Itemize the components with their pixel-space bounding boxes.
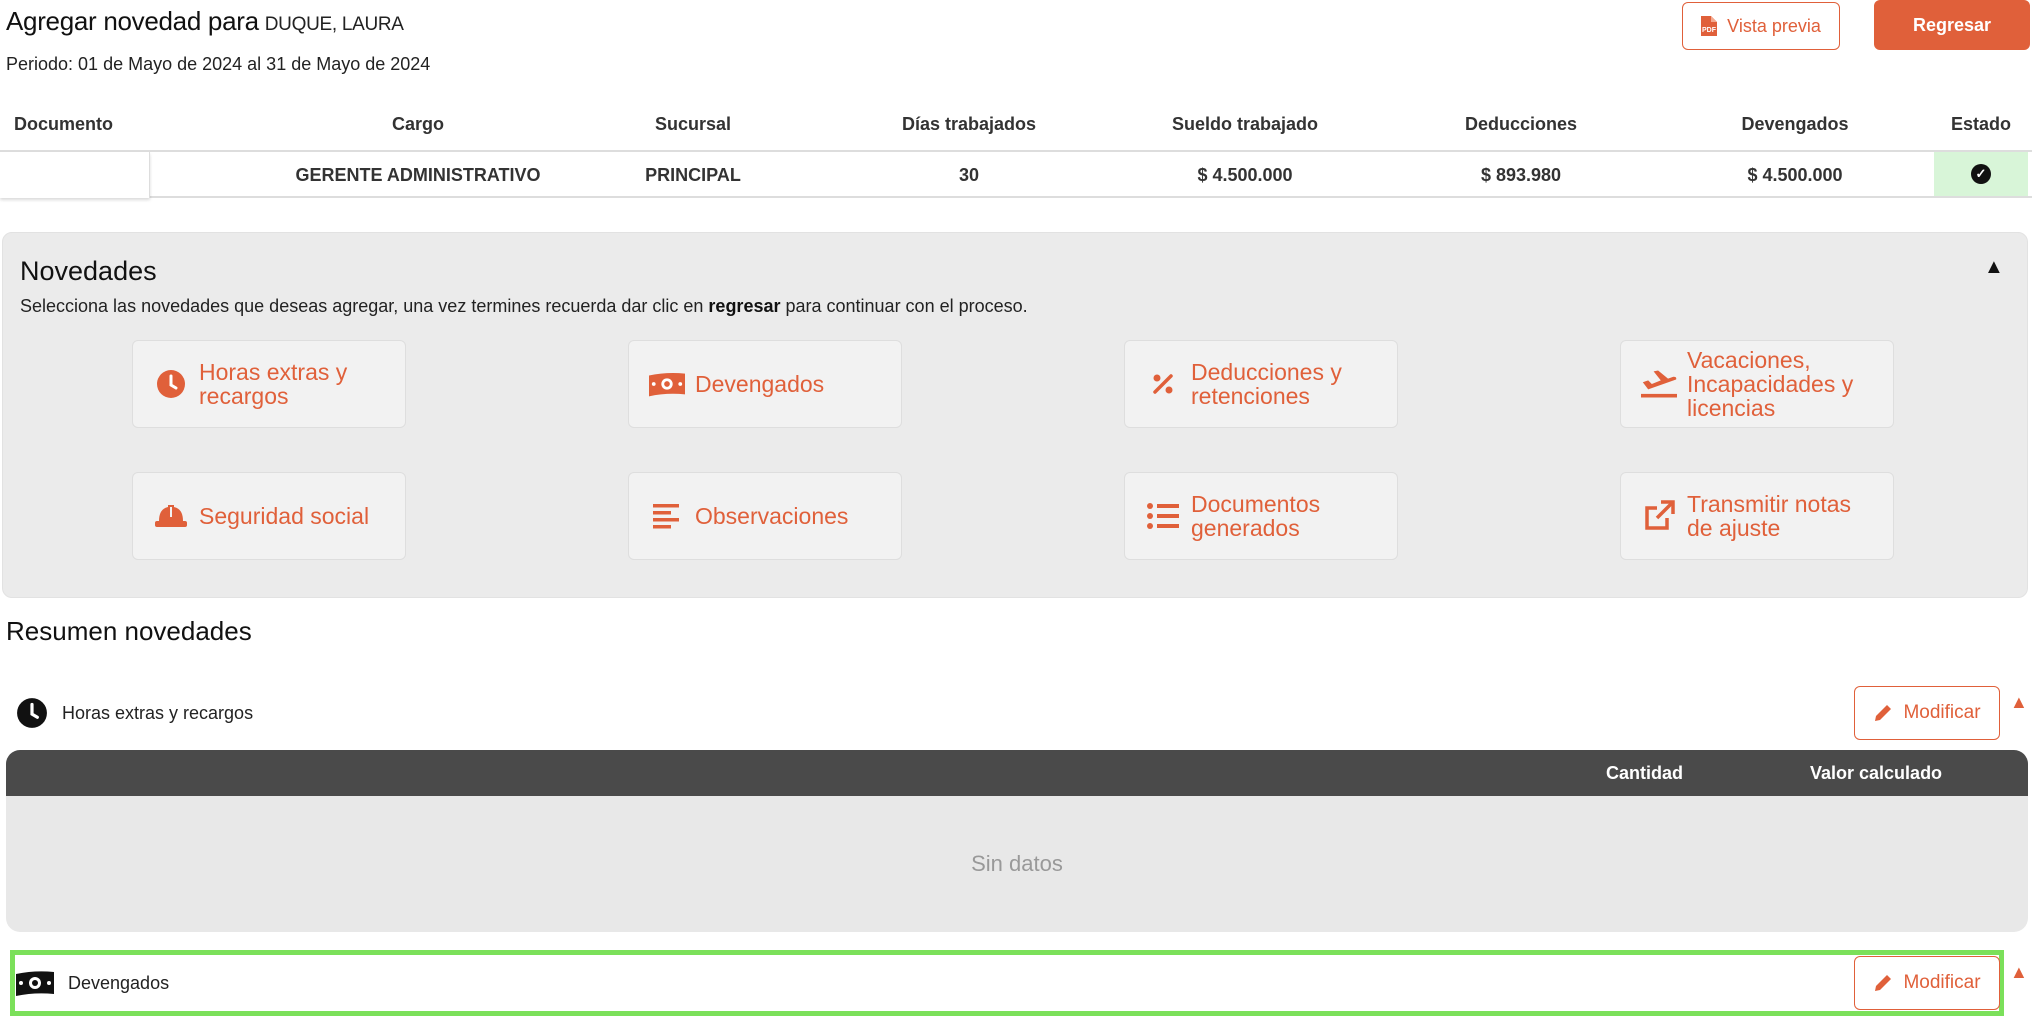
pdf-icon: PDF	[1701, 16, 1718, 36]
modify-devengados-button[interactable]: Modificar	[1854, 956, 2000, 1010]
col-cantidad: Cantidad	[1606, 763, 1684, 783]
money-icon	[649, 371, 685, 397]
check-circle-icon: ✓	[1971, 164, 1991, 184]
section-label: Devengados	[68, 972, 170, 993]
col-estado: Estado	[1950, 114, 2011, 134]
novedad-documentos-button[interactable]: Documentos generados	[1124, 472, 1398, 560]
novedad-devengados-button[interactable]: Devengados	[628, 340, 902, 428]
preview-button[interactable]: PDF Vista previa	[1682, 2, 1840, 50]
col-sueldo: Sueldo trabajado	[1171, 114, 1319, 134]
novedad-label: Vacaciones, Incapacidades y licencias	[1687, 347, 1854, 421]
collapse-triangle-icon[interactable]: ▲	[2010, 962, 2028, 983]
align-left-icon	[649, 502, 685, 530]
novedad-seguridad-social-button[interactable]: Seguridad social	[132, 472, 406, 560]
back-button[interactable]: Regresar	[1874, 0, 2030, 50]
novedad-label: Seguridad social	[199, 503, 370, 529]
svg-text:PDF: PDF	[1702, 27, 1717, 34]
pencil-icon	[1873, 973, 1893, 993]
employee-row: GERENTE ADMINISTRATIVO PRINCIPAL 30 $ 4.…	[0, 150, 2032, 198]
list-icon	[1145, 502, 1181, 530]
col-devengados: Devengados	[1741, 114, 1849, 134]
resumen-table-body: Sin datos	[6, 796, 2028, 932]
novedad-observaciones-button[interactable]: Observaciones	[628, 472, 902, 560]
collapse-triangle-icon[interactable]: ▲	[1984, 256, 2004, 279]
novedad-label: Devengados	[695, 371, 825, 397]
employee-name: DUQUE, LAURA	[264, 14, 404, 35]
external-link-icon	[1641, 500, 1677, 532]
modify-label: Modificar	[1903, 702, 1981, 723]
col-dias: Días trabajados	[901, 114, 1037, 134]
employee-table-header: Documento Cargo Sucursal Días trabajados…	[0, 112, 2032, 148]
novedad-label: Horas extras y recargos	[199, 359, 348, 409]
collapse-triangle-icon[interactable]: ▲	[2010, 692, 2028, 713]
pencil-icon	[1873, 703, 1893, 723]
novedad-horas-extras-button[interactable]: Horas extras y recargos	[132, 340, 406, 428]
cargo-value: GERENTE ADMINISTRATIVO	[295, 165, 541, 185]
clock-icon	[153, 369, 189, 399]
hard-hat-icon	[153, 503, 189, 529]
period-label: Periodo: 01 de Mayo de 2024 al 31 de May…	[6, 54, 431, 74]
novedad-label: Deducciones y retenciones	[1191, 359, 1342, 409]
col-documento: Documento	[14, 114, 113, 134]
money-icon	[16, 970, 54, 996]
page-title: Agregar novedad para DUQUE, LAURA	[6, 6, 404, 37]
dias-value: 30	[958, 165, 980, 185]
resumen-table-header: Cantidad Valor calculado	[6, 750, 2028, 796]
novedad-label: Observaciones	[695, 503, 849, 529]
novedades-subtitle: Selecciona las novedades que deseas agre…	[20, 296, 1028, 316]
percent-icon	[1145, 372, 1181, 396]
sueldo-value: $ 4.500.000	[1197, 165, 1293, 185]
section-label: Horas extras y recargos	[62, 702, 254, 723]
clock-icon	[16, 697, 48, 729]
resumen-title: Resumen novedades	[6, 616, 252, 646]
documento-cell	[0, 152, 150, 198]
novedad-label: Transmitir notas de ajuste	[1687, 491, 1852, 541]
page-title-prefix: Agregar novedad para	[6, 6, 259, 36]
preview-label: Vista previa	[1727, 15, 1821, 36]
novedad-transmitir-button[interactable]: Transmitir notas de ajuste	[1620, 472, 1894, 560]
modify-horas-extras-button[interactable]: Modificar	[1854, 686, 2000, 740]
novedades-title: Novedades	[20, 256, 157, 286]
novedad-vacaciones-button[interactable]: Vacaciones, Incapacidades y licencias	[1620, 340, 1894, 428]
novedad-label: Documentos generados	[1191, 491, 1321, 541]
col-cargo: Cargo	[391, 114, 444, 134]
estado-cell: ✓	[1934, 152, 2028, 196]
col-deducciones: Deducciones	[1464, 114, 1578, 134]
deducciones-value: $ 893.980	[1480, 165, 1562, 185]
resumen-section-devengados: Devengados	[16, 958, 1996, 1008]
col-sucursal: Sucursal	[654, 114, 732, 134]
resumen-section-horas-extras: Horas extras y recargos	[16, 688, 1996, 738]
empty-state: Sin datos	[971, 851, 1063, 876]
modify-label: Modificar	[1903, 972, 1981, 993]
col-valor-calculado: Valor calculado	[1810, 763, 1943, 783]
sucursal-value: PRINCIPAL	[645, 165, 741, 185]
devengados-value: $ 4.500.000	[1747, 165, 1843, 185]
novedad-deducciones-button[interactable]: Deducciones y retenciones	[1124, 340, 1398, 428]
airplane-icon	[1641, 368, 1677, 400]
